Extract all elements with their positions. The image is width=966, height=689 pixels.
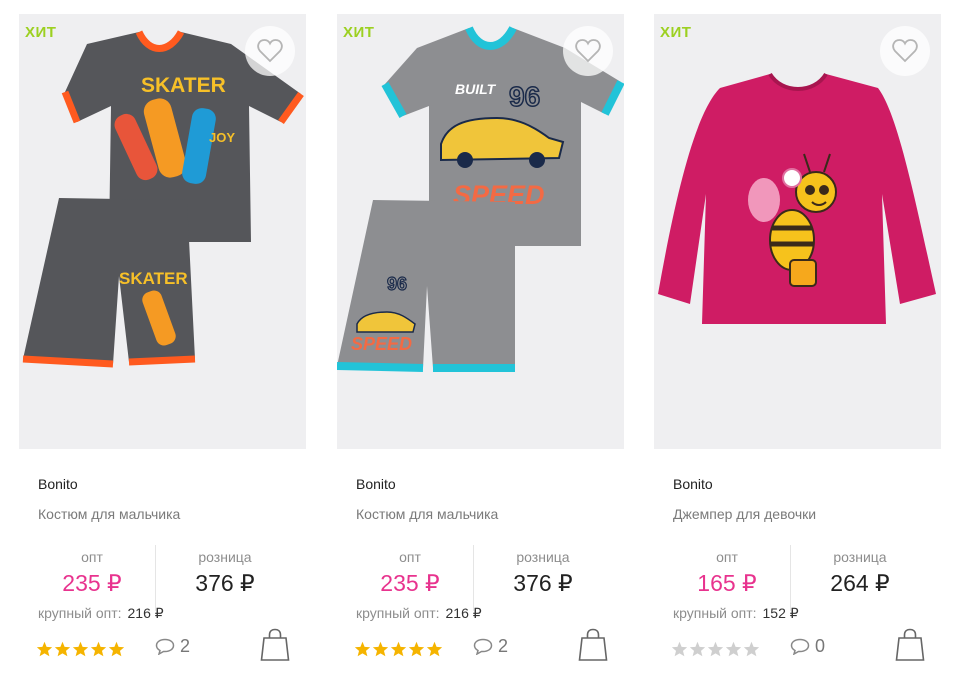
product-photo[interactable]: ХИТ	[654, 14, 941, 449]
retail-price-block: розница 376 ₽	[488, 549, 598, 597]
product-brand[interactable]: Bonito	[356, 476, 396, 492]
hit-badge: ХИТ	[25, 24, 57, 41]
bulk-label: крупный опт:	[673, 605, 757, 621]
opt-price: 235 ₽	[380, 570, 440, 596]
comment-icon	[155, 638, 175, 655]
print-text-speed-shorts: SPEED	[351, 334, 412, 354]
bulk-label: крупный опт:	[356, 605, 440, 621]
star-icon[interactable]	[743, 641, 760, 657]
star-icon[interactable]	[671, 641, 688, 657]
favorite-button[interactable]	[880, 26, 930, 76]
hit-badge: ХИТ	[660, 24, 692, 41]
bulk-price: 216 ₽	[445, 605, 482, 621]
star-icon[interactable]	[108, 641, 125, 657]
retail-label: розница	[198, 549, 252, 565]
retail-label: розница	[833, 549, 887, 565]
bulk-price-row: крупный опт: 216 ₽	[38, 605, 164, 622]
price-divider	[790, 545, 791, 611]
comments-count: 2	[180, 636, 191, 656]
star-icon[interactable]	[72, 641, 89, 657]
retail-price: 376 ₽	[195, 570, 255, 596]
star-icon[interactable]	[354, 641, 371, 657]
favorite-button[interactable]	[245, 26, 295, 76]
svg-text:JOY: JOY	[209, 130, 235, 145]
star-icon[interactable]	[372, 641, 389, 657]
opt-price-block: опт 235 ₽	[355, 549, 465, 597]
add-to-cart-button[interactable]	[578, 628, 608, 662]
opt-price: 165 ₽	[697, 570, 757, 596]
product-name[interactable]: Костюм для мальчика	[38, 506, 180, 522]
hit-badge: ХИТ	[343, 24, 375, 41]
product-card[interactable]: BUILT 96 SPEED 96 SPEED ХИТ Bonito Костю…	[337, 14, 624, 686]
price-divider	[155, 545, 156, 611]
bulk-price-row: крупный опт: 152 ₽	[673, 605, 799, 622]
star-icon[interactable]	[90, 641, 107, 657]
product-card[interactable]: ХИТ Bonito Джемпер для девочки опт 165 ₽…	[654, 14, 941, 686]
print-text-skater: SKATER	[141, 74, 226, 97]
retail-label: розница	[516, 549, 570, 565]
shopping-bag-icon	[895, 628, 925, 661]
star-icon[interactable]	[707, 641, 724, 657]
retail-price-block: розница 376 ₽	[170, 549, 280, 597]
product-image-bee-jumper	[658, 72, 936, 324]
star-icon[interactable]	[408, 641, 425, 657]
shopping-bag-icon	[578, 628, 608, 661]
star-icon[interactable]	[725, 641, 742, 657]
comments-count: 2	[498, 636, 509, 656]
opt-label: опт	[716, 549, 738, 565]
add-to-cart-button[interactable]	[260, 628, 290, 662]
bulk-label: крупный опт:	[38, 605, 122, 621]
comments-link[interactable]: 0	[790, 636, 825, 657]
opt-label: опт	[399, 549, 421, 565]
favorite-button[interactable]	[563, 26, 613, 76]
bulk-price: 216 ₽	[127, 605, 164, 621]
heart-icon	[892, 39, 918, 63]
comment-icon	[473, 638, 493, 655]
product-name[interactable]: Костюм для мальчика	[356, 506, 498, 522]
product-card[interactable]: SKATER JOY SKATER ХИТ Bonito Костюм для …	[19, 14, 306, 686]
comments-link[interactable]: 2	[155, 636, 190, 657]
product-photo[interactable]: SKATER JOY SKATER ХИТ	[19, 14, 306, 449]
rating-stars[interactable]	[354, 641, 443, 657]
opt-price-block: опт 165 ₽	[672, 549, 782, 597]
print-text-built: BUILT	[455, 81, 497, 97]
star-icon[interactable]	[390, 641, 407, 657]
retail-price: 376 ₽	[513, 570, 573, 596]
star-icon[interactable]	[54, 641, 71, 657]
product-brand[interactable]: Bonito	[38, 476, 78, 492]
opt-label: опт	[81, 549, 103, 565]
heart-icon	[575, 39, 601, 63]
print-text-96-shorts: 96	[387, 274, 407, 294]
print-text-96: 96	[509, 81, 540, 112]
comments-link[interactable]: 2	[473, 636, 508, 657]
opt-price-block: опт 235 ₽	[37, 549, 147, 597]
comments-count: 0	[815, 636, 826, 656]
retail-price: 264 ₽	[830, 570, 890, 596]
price-divider	[473, 545, 474, 611]
shopping-bag-icon	[260, 628, 290, 661]
star-icon[interactable]	[36, 641, 53, 657]
print-text-skater-shorts: SKATER	[119, 269, 188, 288]
product-image-skater-set: SKATER JOY SKATER	[22, 30, 304, 368]
add-to-cart-button[interactable]	[895, 628, 925, 662]
product-image-speed-set: BUILT 96 SPEED 96 SPEED	[337, 25, 624, 372]
comment-icon	[790, 638, 810, 655]
opt-price: 235 ₽	[62, 570, 122, 596]
product-photo[interactable]: BUILT 96 SPEED 96 SPEED ХИТ	[337, 14, 624, 449]
retail-price-block: розница 264 ₽	[805, 549, 915, 597]
star-icon[interactable]	[689, 641, 706, 657]
star-icon[interactable]	[426, 641, 443, 657]
heart-icon	[257, 39, 283, 63]
bulk-price: 152 ₽	[762, 605, 799, 621]
bulk-price-row: крупный опт: 216 ₽	[356, 605, 482, 622]
rating-stars[interactable]	[671, 641, 760, 657]
product-brand[interactable]: Bonito	[673, 476, 713, 492]
rating-stars[interactable]	[36, 641, 125, 657]
product-name[interactable]: Джемпер для девочки	[673, 506, 816, 522]
